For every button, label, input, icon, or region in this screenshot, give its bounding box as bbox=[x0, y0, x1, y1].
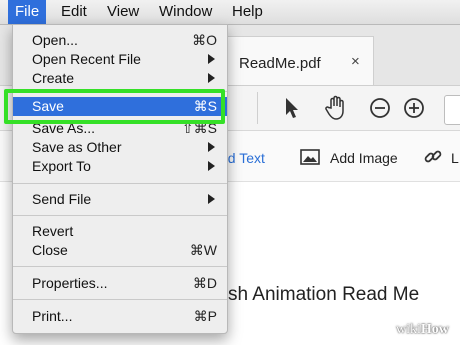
menu-item-properties[interactable]: Properties... ⌘D bbox=[13, 274, 227, 293]
menu-divider bbox=[13, 299, 227, 300]
tab-close-icon[interactable]: × bbox=[351, 53, 360, 70]
link-icon[interactable] bbox=[423, 147, 443, 167]
menu-item-create[interactable]: Create bbox=[13, 69, 227, 88]
submenu-arrow-icon bbox=[208, 194, 215, 204]
menu-window[interactable]: Window bbox=[159, 0, 212, 24]
tab-readme[interactable]: ReadMe.pdf × bbox=[222, 36, 374, 85]
menu-item-revert[interactable]: Revert bbox=[13, 222, 227, 241]
hand-tool-icon[interactable] bbox=[325, 95, 349, 121]
menu-item-open[interactable]: Open... ⌘O bbox=[13, 31, 227, 50]
submenu-arrow-icon bbox=[208, 73, 215, 83]
pointer-icon[interactable] bbox=[283, 96, 301, 120]
menu-item-save-as-other[interactable]: Save as Other bbox=[13, 138, 227, 157]
toolbar-separator bbox=[257, 92, 258, 124]
zoom-level-field[interactable] bbox=[444, 95, 460, 125]
link-button-label[interactable]: L bbox=[451, 150, 459, 166]
submenu-arrow-icon bbox=[208, 161, 215, 171]
menu-file[interactable]: File bbox=[8, 0, 47, 24]
image-icon[interactable] bbox=[300, 149, 320, 165]
menu-help[interactable]: Help bbox=[232, 0, 263, 24]
menu-item-close[interactable]: Close ⌘W bbox=[13, 241, 227, 260]
menu-item-open-recent[interactable]: Open Recent File bbox=[13, 50, 227, 69]
submenu-arrow-icon bbox=[208, 142, 215, 152]
submenu-arrow-icon bbox=[208, 54, 215, 64]
menu-divider bbox=[13, 183, 227, 184]
wikihow-watermark: wikiHow bbox=[396, 322, 449, 337]
menu-bar: File Edit View Window Help bbox=[0, 0, 460, 25]
menu-item-export-to[interactable]: Export To bbox=[13, 157, 227, 176]
document-heading: sh Animation Read Me bbox=[228, 284, 420, 305]
add-image-button[interactable]: Add Image bbox=[330, 150, 398, 166]
tab-title: ReadMe.pdf bbox=[239, 55, 321, 72]
menu-divider bbox=[13, 266, 227, 267]
save-highlight-box bbox=[4, 89, 225, 124]
menu-item-print[interactable]: Print... ⌘P bbox=[13, 307, 227, 326]
zoom-out-icon[interactable] bbox=[369, 97, 391, 119]
menu-edit[interactable]: Edit bbox=[61, 0, 87, 24]
menu-item-send-file[interactable]: Send File bbox=[13, 190, 227, 209]
file-menu: Open... ⌘O Open Recent File Create Save … bbox=[12, 24, 228, 334]
menu-view[interactable]: View bbox=[107, 0, 139, 24]
menu-divider bbox=[13, 215, 227, 216]
zoom-in-icon[interactable] bbox=[403, 97, 425, 119]
